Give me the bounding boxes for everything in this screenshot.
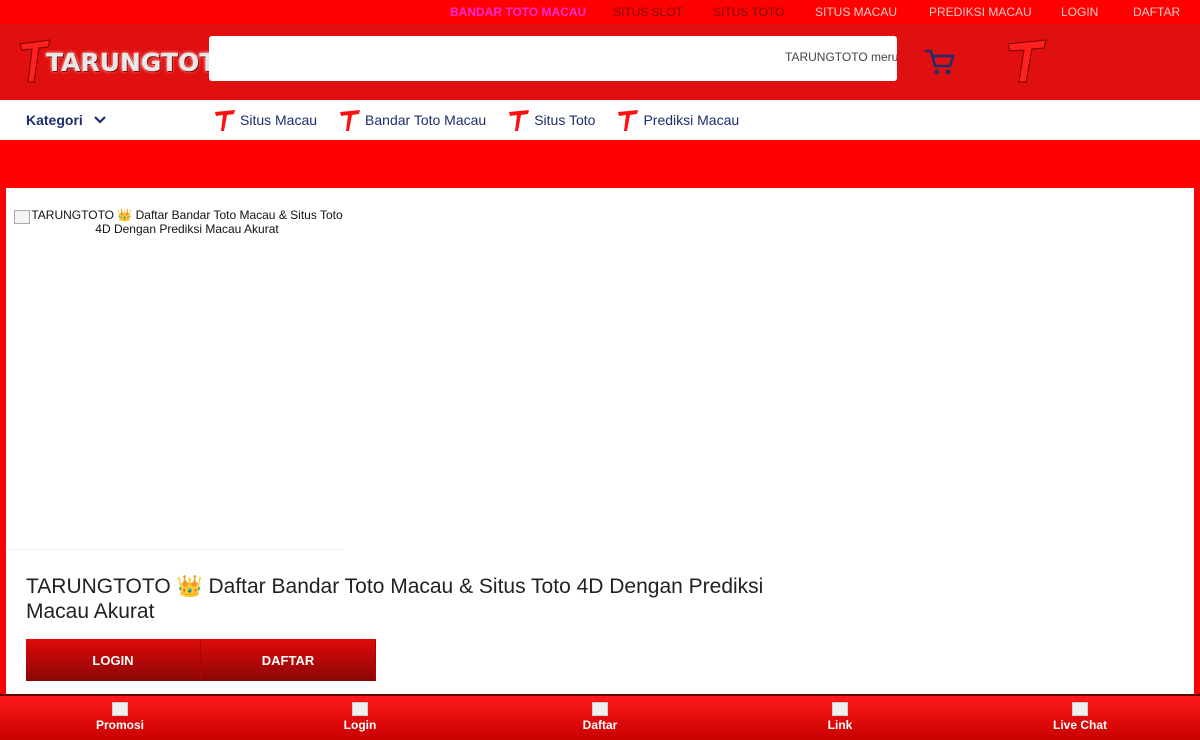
topnav-prediksi-macau[interactable]: PREDIKSI MACAU <box>929 5 1032 19</box>
divider <box>6 549 344 550</box>
catlink-label: Situs Macau <box>240 112 318 128</box>
auth-buttons: LOGIN DAFTAR <box>26 639 376 681</box>
category-bar: Kategori Situs Macau Bandar Toto Macau S… <box>0 100 1200 140</box>
bottom-nav: Promosi Login Daftar Link Live Chat <box>0 694 1200 740</box>
hero-image: TARUNGTOTO 👑 Daftar Bandar Toto Macau & … <box>14 208 344 548</box>
daftar-icon <box>592 702 608 716</box>
top-nav: BANDAR TOTO MACAU SITUS SLOT SITUS TOTO … <box>0 0 1200 24</box>
chevron-down-icon <box>94 116 106 124</box>
bottomnav-live-chat[interactable]: Live Chat <box>1020 702 1140 732</box>
bottomnav-daftar[interactable]: Daftar <box>540 702 660 732</box>
catlink-situs-toto[interactable]: Situs Toto <box>508 108 595 132</box>
topnav-situs-macau[interactable]: SITUS MACAU <box>815 5 897 19</box>
bottomnav-label: Link <box>827 718 853 732</box>
search-bar[interactable]: TARUNGTOTO merup <box>209 36 897 81</box>
topnav-situs-toto[interactable]: SITUS TOTO <box>713 5 784 19</box>
t-logo-icon <box>618 110 639 131</box>
catlink-situs-macau[interactable]: Situs Macau <box>214 108 317 132</box>
topnav-login[interactable]: LOGIN <box>1061 5 1098 19</box>
topnav-bandar-toto-macau[interactable]: BANDAR TOTO MACAU <box>450 5 586 19</box>
topnav-situs-slot[interactable]: SITUS SLOT <box>613 5 683 19</box>
link-icon <box>832 702 848 716</box>
category-links: Situs Macau Bandar Toto Macau Situs Toto… <box>214 108 739 132</box>
cart-icon[interactable] <box>924 48 956 76</box>
daftar-button[interactable]: DAFTAR <box>201 639 376 681</box>
header: TARUNGTOTO TARUNGTOTO merup <box>0 24 1200 100</box>
site-logo[interactable]: TARUNGTOTO <box>18 38 238 84</box>
t-logo-icon <box>509 110 530 131</box>
catlink-prediksi-macau[interactable]: Prediksi Macau <box>617 108 739 132</box>
hero-image-alt-text: TARUNGTOTO 👑 Daftar Bandar Toto Macau & … <box>31 208 343 236</box>
bottomnav-label: Daftar <box>582 718 618 732</box>
bottomnav-label: Live Chat <box>1052 718 1107 732</box>
login-button[interactable]: LOGIN <box>26 639 201 681</box>
search-marquee-text: TARUNGTOTO merup <box>785 50 897 64</box>
t-logo-icon <box>215 110 235 131</box>
topnav-daftar[interactable]: DAFTAR <box>1133 5 1180 19</box>
bottomnav-promosi[interactable]: Promosi <box>60 702 180 732</box>
broken-image-icon <box>14 210 30 224</box>
catlink-label: Prediksi Macau <box>643 112 740 128</box>
login-icon <box>352 702 368 716</box>
catlink-bandar-toto-macau[interactable]: Bandar Toto Macau <box>339 108 486 132</box>
kategori-dropdown[interactable]: Kategori <box>26 112 107 128</box>
catlink-label: Situs Toto <box>534 112 596 128</box>
brand-t-icon <box>1007 39 1047 83</box>
kategori-label: Kategori <box>26 112 83 128</box>
live-chat-icon <box>1072 702 1088 716</box>
promosi-icon <box>112 702 128 716</box>
t-logo-icon <box>340 110 361 131</box>
bottomnav-label: Login <box>343 718 377 732</box>
bottomnav-login[interactable]: Login <box>300 702 420 732</box>
bottomnav-label: Promosi <box>95 718 144 732</box>
catlink-label: Bandar Toto Macau <box>365 112 487 128</box>
main-content: TARUNGTOTO 👑 Daftar Bandar Toto Macau & … <box>6 188 1194 694</box>
page-title: TARUNGTOTO 👑 Daftar Bandar Toto Macau & … <box>26 575 764 623</box>
bottomnav-link[interactable]: Link <box>780 702 900 732</box>
